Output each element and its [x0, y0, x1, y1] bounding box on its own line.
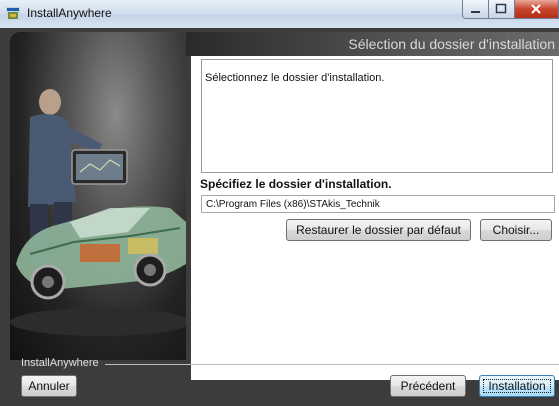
- message-box: Sélectionnez le dossier d'installation.: [201, 59, 553, 173]
- message-text: Sélectionnez le dossier d'installation.: [205, 72, 385, 84]
- install-path-input[interactable]: [201, 195, 555, 213]
- previous-button[interactable]: Précédent: [390, 375, 466, 397]
- folder-label: Spécifiez le dossier d'installation.: [200, 177, 392, 191]
- focus-ring: [483, 379, 551, 393]
- cancel-button[interactable]: Annuler: [21, 375, 77, 397]
- close-button[interactable]: [515, 0, 559, 19]
- install-button[interactable]: Installation: [479, 375, 555, 397]
- window-title: InstallAnywhere: [27, 6, 112, 20]
- illustration-graphic: [10, 89, 186, 336]
- caption-buttons: [462, 0, 559, 20]
- choose-folder-button[interactable]: Choisir...: [480, 219, 552, 241]
- title-bar: InstallAnywhere: [0, 0, 559, 29]
- maximize-button[interactable]: [489, 0, 515, 19]
- header-band: Sélection du dossier d'installation: [186, 32, 559, 56]
- content-panel: Sélectionnez le dossier d'installation. …: [191, 56, 559, 380]
- technician-head: [39, 89, 61, 115]
- footer-brand: InstallAnywhere: [21, 357, 99, 369]
- minimize-icon: [471, 11, 480, 13]
- restore-default-button[interactable]: Restaurer le dossier par défaut: [286, 219, 471, 241]
- car-technician-illustration: [10, 32, 186, 360]
- maximize-icon: [495, 3, 507, 14]
- minimize-button[interactable]: [462, 0, 489, 19]
- installanywhere-icon: [6, 7, 20, 20]
- footer-divider: [105, 364, 559, 365]
- close-icon: [531, 4, 541, 14]
- page-title: Sélection du dossier d'installation: [348, 36, 555, 52]
